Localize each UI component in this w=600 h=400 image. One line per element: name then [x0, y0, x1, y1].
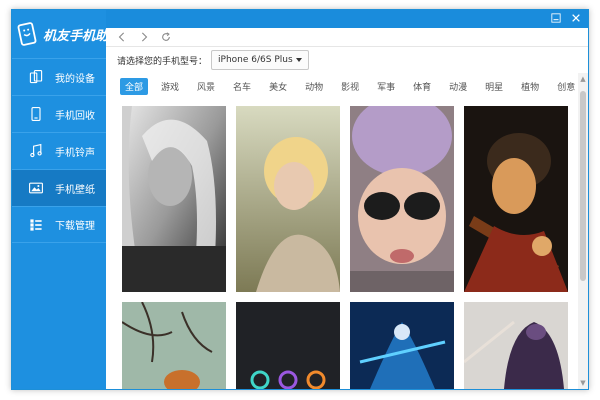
- category-tabs: 全部 游戏 风景 名车 美女 动物 影视 军事 体育 动漫 明星 植物 创意: [106, 73, 588, 99]
- minimize-icon[interactable]: [550, 12, 562, 24]
- logo-phone-icon: [15, 21, 41, 47]
- category-tab-scenery[interactable]: 风景: [192, 78, 220, 95]
- chevron-right-icon[interactable]: [136, 29, 152, 45]
- category-tab-film[interactable]: 影视: [336, 78, 364, 95]
- phone-recycle-icon: [26, 104, 46, 124]
- category-tab-creative[interactable]: 创意: [552, 78, 580, 95]
- sidebar: 机友手机助手 我的设备 手机回收 手机铃声 手机壁纸 下载管理: [12, 10, 121, 389]
- wallpaper-grid: [112, 106, 572, 389]
- sidebar-item-label: 下载管理: [55, 221, 95, 232]
- sidebar-item-label: 我的设备: [55, 73, 95, 85]
- wallpaper-thumbnail[interactable]: [350, 106, 454, 292]
- wallpaper-thumbnail[interactable]: [122, 106, 226, 292]
- chevron-left-icon[interactable]: [114, 29, 130, 45]
- scroll-up-icon[interactable]: ▲: [579, 75, 587, 83]
- phone-device-icon: [26, 67, 46, 87]
- category-tab-anime[interactable]: 动漫: [444, 78, 472, 95]
- scrollbar[interactable]: ▲ ▼: [578, 73, 588, 389]
- browser-nav: [106, 28, 588, 47]
- refresh-icon[interactable]: [158, 29, 174, 45]
- wallpaper-thumbnail[interactable]: [464, 302, 568, 389]
- sidebar-item-label: 手机铃声: [55, 147, 95, 159]
- wallpaper-thumbnail[interactable]: [236, 302, 340, 389]
- model-row: 请选择您的手机型号： iPhone 6/6S Plus: [106, 47, 588, 73]
- close-icon[interactable]: [570, 12, 582, 24]
- category-tab-animals[interactable]: 动物: [300, 78, 328, 95]
- sidebar-item-wallpapers[interactable]: 手机壁纸: [12, 169, 106, 206]
- scroll-down-icon[interactable]: ▼: [579, 379, 587, 387]
- sidebar-item-ringtones[interactable]: 手机铃声: [12, 132, 106, 169]
- wallpaper-thumbnail[interactable]: [236, 106, 340, 292]
- sidebar-item-phone-recycle[interactable]: 手机回收: [12, 95, 106, 132]
- model-label: 请选择您的手机型号：: [117, 56, 208, 67]
- category-tab-military[interactable]: 军事: [372, 78, 400, 95]
- category-tab-games[interactable]: 游戏: [156, 78, 184, 95]
- title-bar: [106, 10, 588, 28]
- sidebar-item-downloads[interactable]: 下载管理: [12, 206, 106, 243]
- wallpaper-image-icon: [26, 178, 46, 198]
- wallpaper-thumbnail[interactable]: [122, 302, 226, 389]
- category-tab-beauty[interactable]: 美女: [264, 78, 292, 95]
- sidebar-item-my-device[interactable]: 我的设备: [12, 58, 106, 95]
- scrollbar-thumb[interactable]: [580, 91, 586, 281]
- model-select-value: iPhone 6/6S Plus: [218, 55, 293, 65]
- category-tab-cars[interactable]: 名车: [228, 78, 256, 95]
- model-select[interactable]: iPhone 6/6S Plus: [211, 50, 309, 70]
- app-window: 机友手机助手 我的设备 手机回收 手机铃声 手机壁纸 下载管理 请选择您的手机型…: [11, 9, 589, 390]
- download-list-icon: [26, 215, 46, 235]
- category-tab-sports[interactable]: 体育: [408, 78, 436, 95]
- music-note-icon: [26, 141, 46, 161]
- category-tab-plants[interactable]: 植物: [516, 78, 544, 95]
- chevron-down-icon: [295, 58, 302, 62]
- wallpaper-thumbnail[interactable]: [464, 106, 568, 292]
- main-content: 请选择您的手机型号： iPhone 6/6S Plus 全部 游戏 风景 名车 …: [106, 28, 588, 389]
- category-tab-stars[interactable]: 明星: [480, 78, 508, 95]
- wallpaper-thumbnail[interactable]: [350, 302, 454, 389]
- sidebar-item-label: 手机壁纸: [55, 184, 95, 196]
- app-logo: 机友手机助手: [12, 10, 121, 58]
- category-tab-all[interactable]: 全部: [120, 77, 149, 95]
- sidebar-item-label: 手机回收: [55, 110, 95, 122]
